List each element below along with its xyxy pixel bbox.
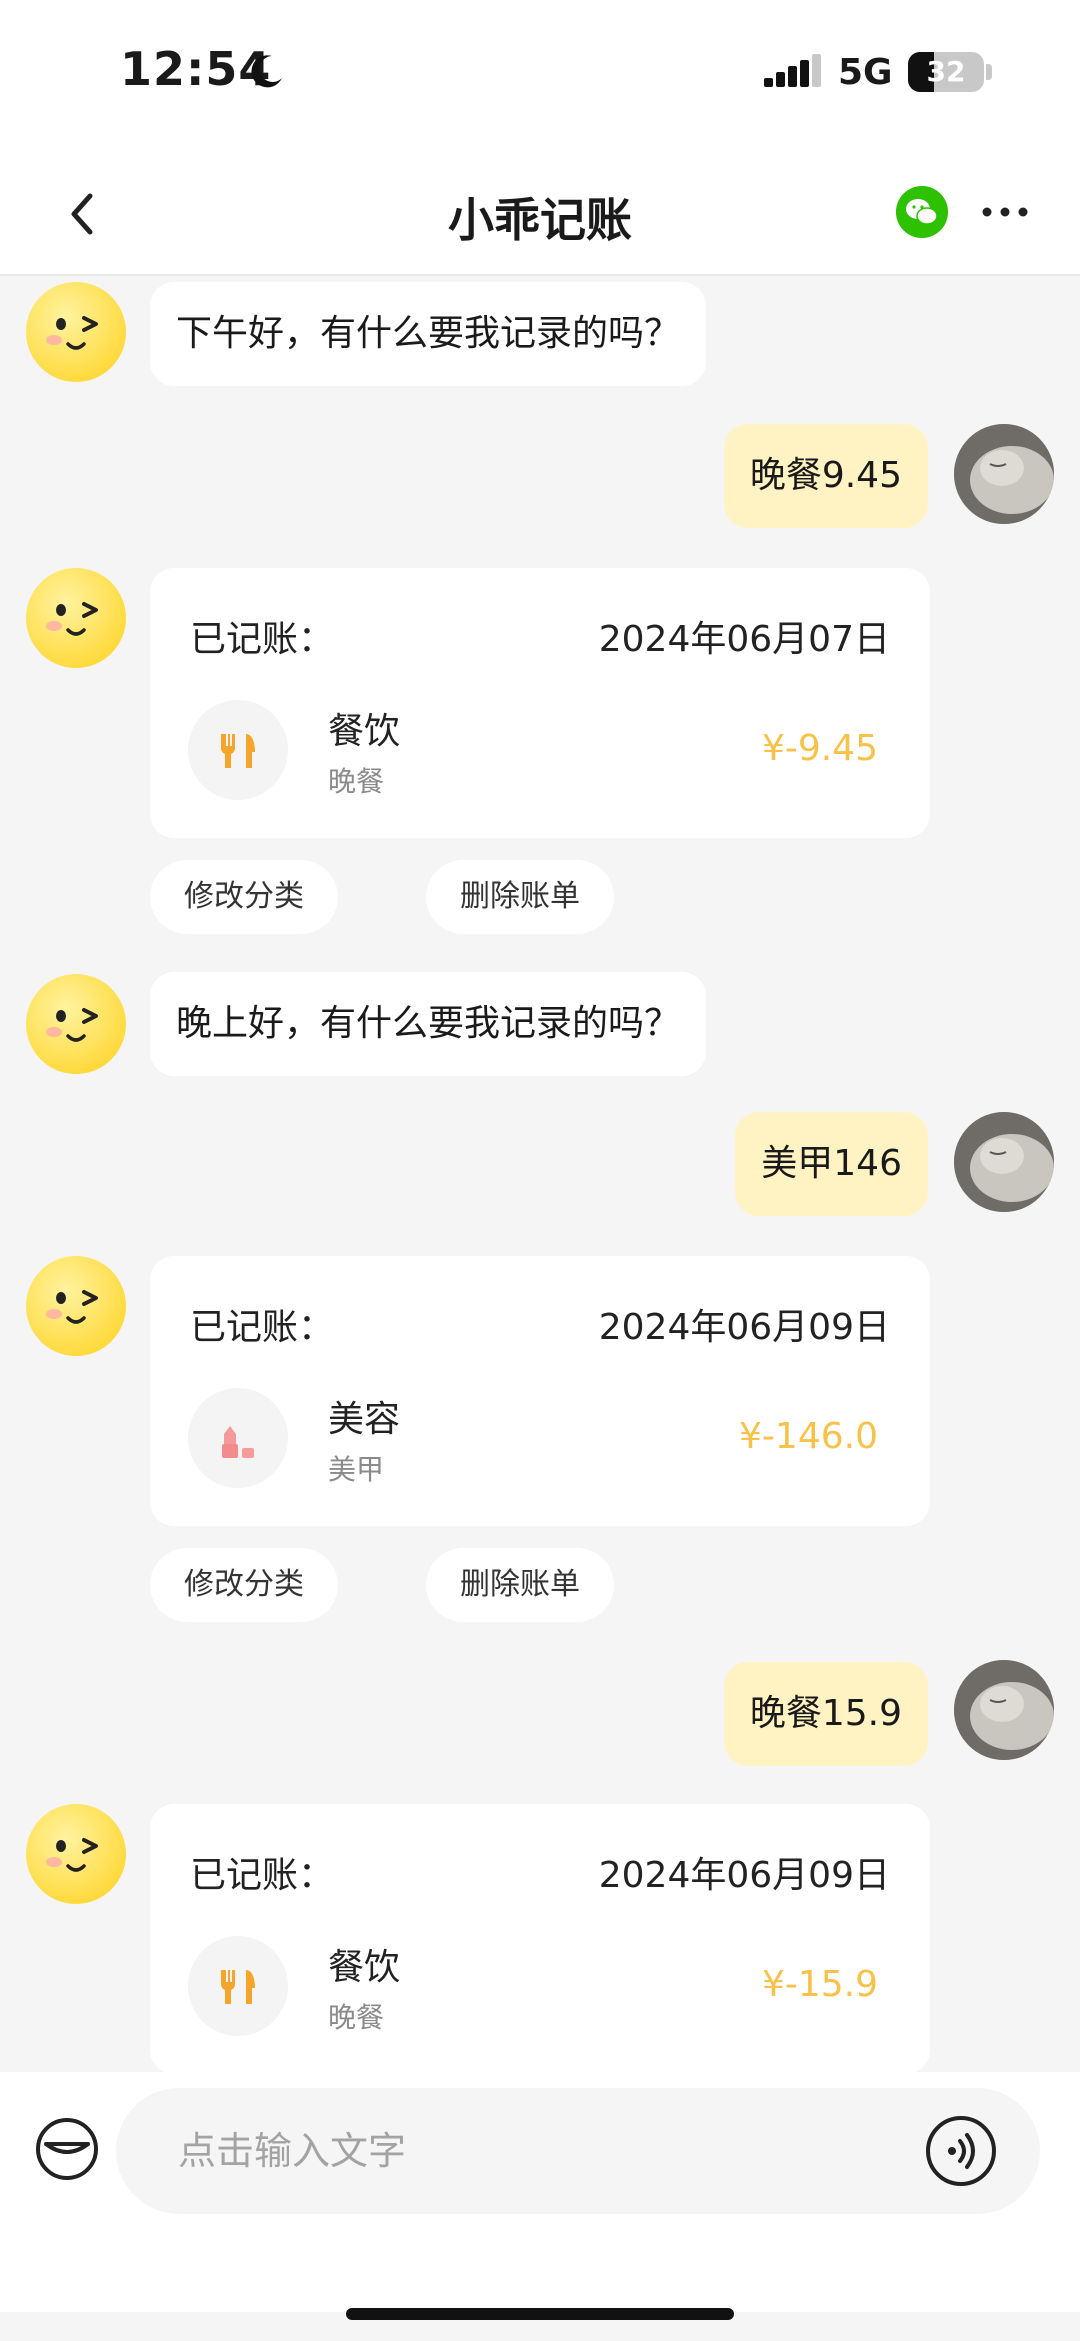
battery-icon: 32: [908, 52, 984, 92]
text-input-container[interactable]: [116, 2088, 1040, 2214]
bot-avatar: [26, 974, 126, 1074]
wechat-icon[interactable]: [896, 186, 948, 238]
delete-record-button[interactable]: 删除账单: [426, 860, 614, 934]
category-name: 餐饮: [328, 711, 401, 752]
user-message: 晚餐9.45: [723, 424, 928, 528]
category-icon-circle: [188, 1388, 288, 1488]
card-label: 已记账：: [190, 1855, 335, 1896]
bot-message: 下午好，有什么要我记录的吗？: [150, 282, 707, 386]
user-avatar: [954, 1112, 1054, 1212]
record-amount: ¥-9.45: [761, 728, 878, 769]
card-label: 已记账：: [190, 619, 335, 660]
record-card[interactable]: 已记账： 2024年06月09日 美容 美甲 ¥-146.0: [150, 1256, 930, 1526]
status-bar: 12:54 5G 32: [0, 0, 1080, 150]
wallet-icon[interactable]: [34, 2116, 100, 2182]
home-indicator: [346, 2308, 734, 2320]
battery-tip: [986, 64, 992, 80]
signal-icon: [764, 54, 821, 87]
record-note: 晚餐: [328, 765, 385, 798]
record-card[interactable]: 已记账： 2024年06月09日 餐饮 晚餐 ¥-15.9: [150, 1804, 930, 2072]
navigation-header: 小乖记账: [0, 150, 1080, 276]
bot-message: 晚上好，有什么要我记录的吗？: [150, 972, 707, 1076]
chat-area[interactable]: 下午好，有什么要我记录的吗？ 晚餐9.45 已记账： 2024年06月07日 餐…: [0, 278, 1080, 2072]
battery-level: 32: [926, 55, 966, 88]
more-icon[interactable]: [978, 190, 1032, 234]
utensils-icon: [220, 734, 255, 768]
bot-avatar: [26, 282, 126, 382]
card-date: 2024年06月09日: [598, 1855, 890, 1896]
card-date: 2024年06月07日: [598, 619, 890, 660]
utensils-icon: [220, 1970, 255, 2004]
record-note: 美甲: [328, 1453, 385, 1486]
bot-avatar: [26, 1804, 126, 1904]
wink-face-icon: [46, 1838, 98, 1872]
cat-photo: [954, 1660, 1054, 1760]
card-label: 已记账：: [190, 1307, 335, 1348]
record-amount: ¥-15.9: [761, 1964, 878, 2005]
user-message: 晚餐15.9: [723, 1662, 928, 1766]
user-avatar: [954, 1660, 1054, 1760]
lipstick-icon: [222, 1426, 254, 1458]
user-message: 美甲146: [735, 1112, 928, 1216]
wink-face-icon: [46, 1290, 98, 1324]
record-amount: ¥-146.0: [739, 1416, 878, 1457]
category-name: 美容: [328, 1399, 401, 1440]
bot-avatar: [26, 1256, 126, 1356]
input-bar: [0, 2072, 1080, 2312]
category-name: 餐饮: [328, 1947, 401, 1988]
wink-face-icon: [46, 602, 98, 636]
record-card[interactable]: 已记账： 2024年06月07日 餐饮 晚餐 ¥-9.45: [150, 568, 930, 838]
category-icon-circle: [188, 1936, 288, 2036]
edit-category-button[interactable]: 修改分类: [150, 1548, 338, 1622]
card-date: 2024年06月09日: [598, 1307, 890, 1348]
cat-photo: [954, 1112, 1054, 1212]
network-type: 5G: [838, 52, 893, 93]
wink-face-icon: [46, 1008, 98, 1042]
category-icon-circle: [188, 700, 288, 800]
record-note: 晚餐: [328, 2001, 385, 2034]
edit-category-button[interactable]: 修改分类: [150, 860, 338, 934]
moon-icon: [251, 55, 282, 88]
delete-record-button[interactable]: 删除账单: [426, 1548, 614, 1622]
wink-face-icon: [46, 316, 98, 350]
user-avatar: [954, 424, 1054, 524]
cat-photo: [954, 424, 1054, 524]
bot-avatar: [26, 568, 126, 668]
message-input[interactable]: [178, 2088, 938, 2214]
voice-input-icon[interactable]: [924, 2114, 998, 2188]
